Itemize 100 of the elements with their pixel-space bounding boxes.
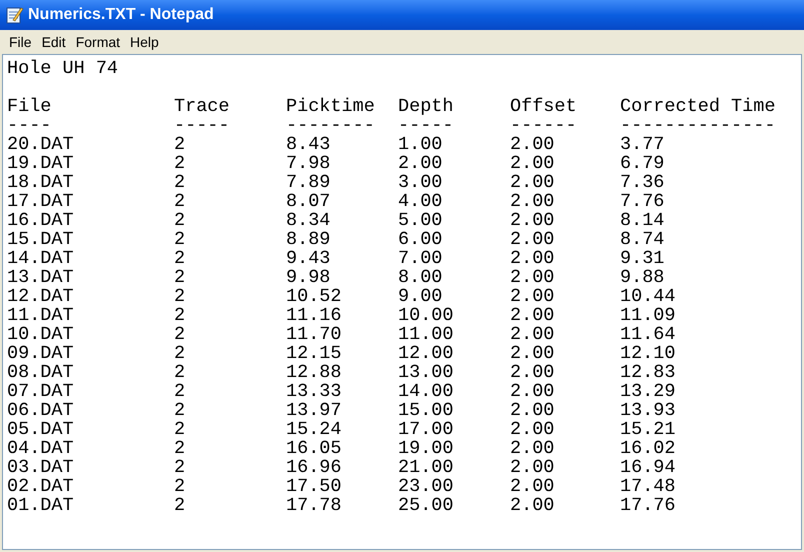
table-cell: 16.94	[620, 457, 676, 478]
table-cell: 04.DAT	[7, 438, 74, 459]
table-cell: 10.52	[286, 286, 342, 307]
menu-item[interactable]: Help	[125, 32, 164, 52]
table-cell: 2	[174, 267, 186, 288]
notepad-icon	[4, 5, 24, 25]
table-cell: 05.DAT	[7, 419, 74, 440]
table-cell: 2	[174, 191, 186, 212]
table-cell: 14.DAT	[7, 248, 74, 269]
table-cell: 2.00	[510, 210, 554, 231]
table-cell: 2.00	[510, 362, 554, 383]
dash-rule: ----	[7, 115, 52, 136]
table-cell: 2	[174, 248, 186, 269]
table-cell: 3.00	[398, 172, 442, 193]
table-cell: 2.00	[510, 457, 554, 478]
table-cell: 12.88	[286, 362, 342, 383]
table-cell: 2.00	[510, 381, 554, 402]
table-cell: 10.44	[620, 286, 676, 307]
column-heading: Offset	[510, 96, 577, 117]
table-cell: 2.00	[510, 153, 554, 174]
dash-rule: -----	[398, 115, 454, 136]
table-cell: 2	[174, 457, 186, 478]
text-area[interactable]	[2, 54, 802, 550]
table-cell: 8.89	[286, 229, 330, 250]
table-cell: 2	[174, 381, 186, 402]
table-cell: 2	[174, 229, 186, 250]
column-heading: Trace	[174, 96, 230, 117]
table-cell: 2.00	[510, 172, 554, 193]
table-cell: 03.DAT	[7, 457, 74, 478]
dash-rule: --------	[286, 115, 375, 136]
table-cell: 2.00	[510, 419, 554, 440]
table-cell: 11.70	[286, 324, 342, 345]
table-cell: 19.DAT	[7, 153, 74, 174]
table-cell: 21.00	[398, 457, 454, 478]
table-cell: 12.83	[620, 362, 676, 383]
table-cell: 13.DAT	[7, 267, 74, 288]
table-cell: 7.98	[286, 153, 330, 174]
table-cell: 2.00	[510, 476, 554, 497]
table-cell: 9.31	[620, 248, 664, 269]
dash-rule: ------	[510, 115, 577, 136]
table-cell: 7.89	[286, 172, 330, 193]
table-cell: 2.00	[510, 438, 554, 459]
table-cell: 15.00	[398, 400, 454, 421]
table-cell: 2	[174, 362, 186, 383]
table-cell: 2	[174, 438, 186, 459]
table-cell: 09.DAT	[7, 343, 74, 364]
table-cell: 02.DAT	[7, 476, 74, 497]
menu-item[interactable]: Format	[70, 32, 126, 52]
table-cell: 2	[174, 324, 186, 345]
table-cell: 3.77	[620, 134, 664, 155]
table-cell: 16.02	[620, 438, 676, 459]
table-cell: 8.14	[620, 210, 664, 231]
table-cell: 16.96	[286, 457, 342, 478]
table-cell: 8.74	[620, 229, 664, 250]
column-heading: File	[7, 96, 52, 117]
table-cell: 2	[174, 210, 186, 231]
table-cell: 2.00	[510, 343, 554, 364]
table-cell: 2.00	[510, 400, 554, 421]
table-cell: 17.DAT	[7, 191, 74, 212]
table-cell: 12.15	[286, 343, 342, 364]
table-cell: 2	[174, 476, 186, 497]
table-cell: 2.00	[510, 267, 554, 288]
table-cell: 2	[174, 419, 186, 440]
table-cell: 08.DAT	[7, 362, 74, 383]
table-cell: 2.00	[510, 305, 554, 326]
table-cell: 2.00	[510, 229, 554, 250]
column-heading: Depth	[398, 96, 454, 117]
table-cell: 11.00	[398, 324, 454, 345]
table-cell: 2	[174, 172, 186, 193]
menu-item[interactable]: Edit	[36, 32, 71, 52]
table-cell: 9.00	[398, 286, 442, 307]
table-cell: 17.78	[286, 495, 342, 516]
table-cell: 06.DAT	[7, 400, 74, 421]
table-cell: 15.21	[620, 419, 676, 440]
table-cell: 13.29	[620, 381, 676, 402]
document-heading: Hole UH 74	[7, 58, 118, 79]
table-cell: 2.00	[398, 153, 442, 174]
table-cell: 5.00	[398, 210, 442, 231]
table-cell: 13.00	[398, 362, 454, 383]
table-cell: 10.00	[398, 305, 454, 326]
menu-item[interactable]: File	[4, 32, 37, 52]
table-cell: 7.36	[620, 172, 664, 193]
table-cell: 17.48	[620, 476, 676, 497]
table-cell: 15.DAT	[7, 229, 74, 250]
table-cell: 2.00	[510, 495, 554, 516]
table-cell: 12.DAT	[7, 286, 74, 307]
table-cell: 17.50	[286, 476, 342, 497]
table-cell: 6.00	[398, 229, 442, 250]
table-cell: 2	[174, 153, 186, 174]
column-heading: Picktime	[286, 96, 375, 117]
column-heading: Corrected Time	[620, 96, 776, 117]
table-cell: 19.00	[398, 438, 454, 459]
table-cell: 16.DAT	[7, 210, 74, 231]
table-cell: 6.79	[620, 153, 664, 174]
table-cell: 2	[174, 343, 186, 364]
table-cell: 18.DAT	[7, 172, 74, 193]
table-cell: 11.DAT	[7, 305, 74, 326]
table-cell: 13.33	[286, 381, 342, 402]
table-cell: 2	[174, 286, 186, 307]
table-cell: 13.97	[286, 400, 342, 421]
